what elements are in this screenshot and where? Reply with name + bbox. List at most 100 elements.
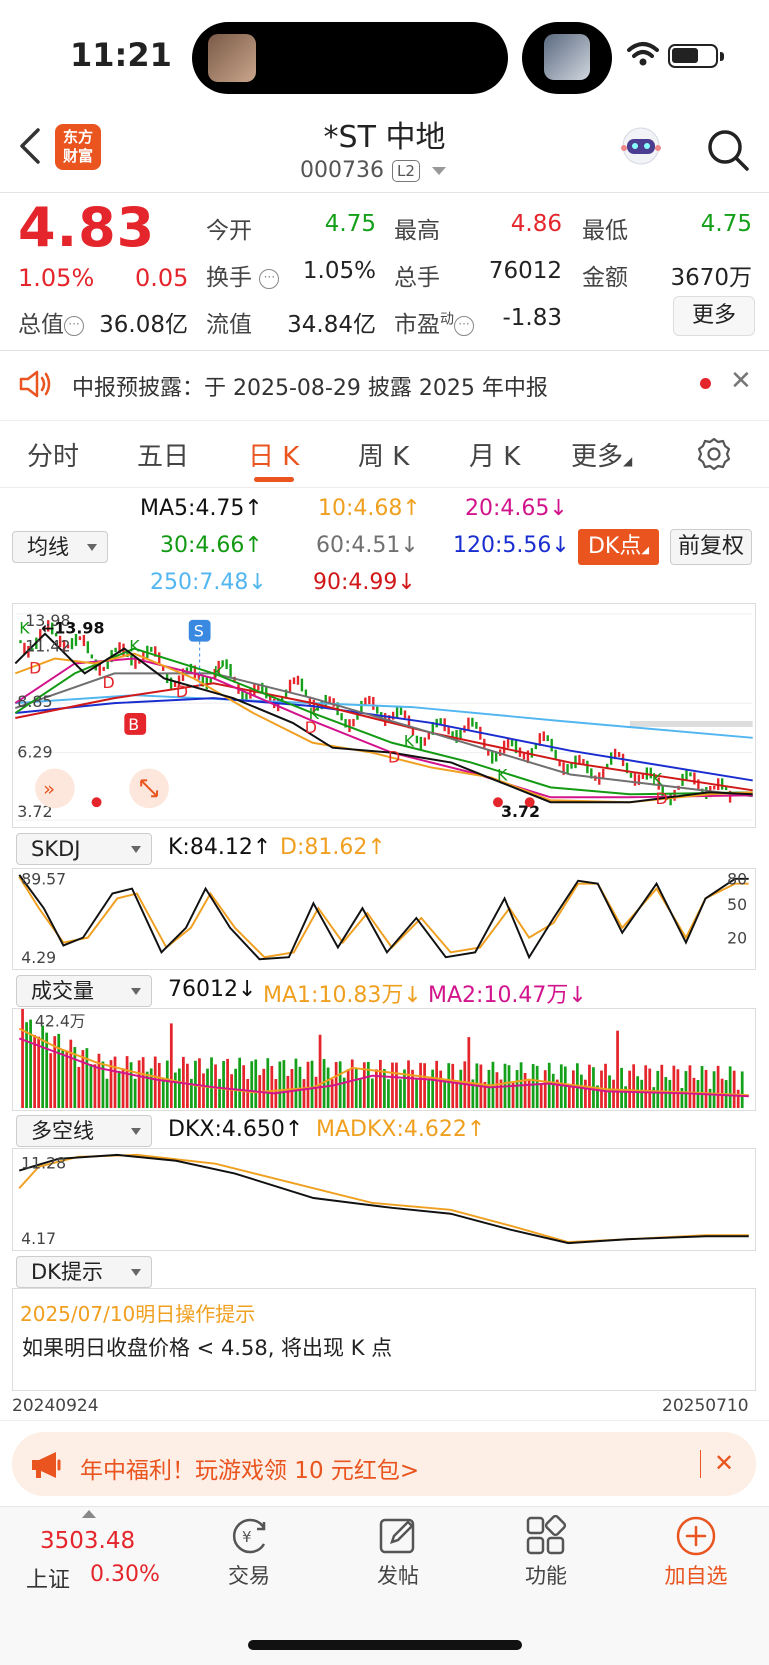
- nav-post[interactable]: 发帖: [348, 1560, 448, 1590]
- search-icon[interactable]: [706, 128, 750, 172]
- dynamic-island[interactable]: [192, 22, 508, 94]
- function-grid-icon[interactable]: [524, 1514, 568, 1558]
- volume-bar: [141, 1057, 145, 1109]
- tab-intraday[interactable]: 分时: [27, 436, 79, 473]
- change-amount: 0.05: [135, 264, 189, 292]
- dkx-axis-top: 11.28: [21, 1154, 66, 1173]
- volume-bar: [354, 1068, 358, 1109]
- volume-bar: [704, 1069, 708, 1109]
- tab-more[interactable]: 更多◢: [571, 436, 632, 473]
- volume-bar: [531, 1064, 535, 1109]
- turnover-value: 1.05%: [302, 258, 376, 284]
- tab-week-k[interactable]: 周 K: [358, 436, 409, 473]
- k-marker: K: [497, 765, 508, 784]
- mktcap-label[interactable]: 总值 ···: [18, 305, 84, 339]
- pe-value: -1.83: [502, 305, 562, 331]
- volume-bar: [25, 1022, 28, 1109]
- volume-ma2: MA2:10.47万↓: [428, 983, 587, 1008]
- svg-text:¥: ¥: [242, 1528, 252, 1546]
- candlestick: [102, 666, 105, 671]
- candlestick: [475, 721, 478, 729]
- tab-five-day[interactable]: 五日: [137, 436, 189, 473]
- close-icon[interactable]: ✕: [730, 366, 752, 396]
- madkx-line: [18, 1153, 749, 1244]
- nav-function[interactable]: 功能: [496, 1560, 596, 1590]
- promo-close-icon[interactable]: ✕: [714, 1449, 734, 1477]
- tab-day-k[interactable]: 日 K: [248, 436, 299, 473]
- index-change[interactable]: 0.30%: [90, 1562, 160, 1587]
- double-chevron-right-icon: »: [43, 777, 55, 800]
- volume-bar: [455, 1081, 459, 1109]
- volume-bar: [407, 1060, 410, 1109]
- ma-selector[interactable]: 均线: [12, 531, 108, 563]
- candlestick: [399, 706, 403, 715]
- trade-icon[interactable]: ¥: [228, 1514, 272, 1558]
- dkx-selector[interactable]: 多空线: [16, 1115, 152, 1147]
- notice-divider: [0, 420, 769, 421]
- megaphone-icon: [32, 1452, 61, 1478]
- promo-text[interactable]: 年中福利！玩游戏领 10 元红包>: [80, 1451, 419, 1485]
- candlestick: [629, 773, 633, 778]
- chevron-up-icon[interactable]: [82, 1510, 96, 1518]
- d-marker: D: [103, 673, 115, 692]
- turnover-label[interactable]: 换手 ···: [206, 258, 280, 292]
- nav-add-watchlist[interactable]: 加自选: [646, 1560, 746, 1590]
- volume-bar: [435, 1060, 439, 1109]
- volume-chart[interactable]: 42.4万: [12, 1008, 756, 1111]
- add-circle-icon[interactable]: [674, 1514, 718, 1558]
- volume-bar: [230, 1074, 233, 1109]
- volume-bar: [202, 1073, 205, 1109]
- volume-bar: [69, 1039, 73, 1109]
- volume-bar: [378, 1059, 382, 1109]
- index-name[interactable]: 上证: [26, 1562, 70, 1594]
- volume-bar: [423, 1063, 426, 1109]
- volume-bar: [121, 1068, 125, 1109]
- float-cap-label: 流值: [206, 312, 252, 338]
- post-icon[interactable]: [376, 1514, 420, 1558]
- battery-tip: [720, 52, 724, 61]
- candlestick: [288, 679, 292, 693]
- dk-hint-selector[interactable]: DK提示: [16, 1256, 152, 1288]
- skdj-selector[interactable]: SKDJ: [16, 833, 152, 865]
- notice-text[interactable]: 中报预披露：于 2025-08-29 披露 2025 年中报: [72, 370, 548, 402]
- candlestick: [673, 789, 676, 801]
- d-marker: D: [176, 682, 188, 701]
- candlestick: [372, 696, 375, 710]
- more-quote-button[interactable]: 更多: [673, 296, 755, 336]
- dk-point-button[interactable]: DK点◢: [578, 529, 659, 565]
- settings-icon[interactable]: [696, 436, 732, 472]
- candlestick: [19, 640, 22, 644]
- volume-bar: [266, 1058, 270, 1109]
- activity-thumbnail: [544, 34, 590, 80]
- index-value[interactable]: 3503.48: [40, 1528, 135, 1554]
- volume-bar: [330, 1079, 334, 1109]
- volume-bar: [137, 1060, 141, 1109]
- ai-assistant-icon[interactable]: [618, 124, 664, 170]
- candlestick: [368, 695, 371, 705]
- ma120-value: 120:5.56↓: [453, 533, 570, 558]
- kline-chart[interactable]: 13.98 ←13.98 11.42 8.85 6.29 3.72 3.72 S…: [12, 603, 756, 828]
- skdj-chart[interactable]: 89.57 4.29 80 50 20: [12, 868, 756, 970]
- candlestick: [720, 778, 724, 790]
- volume-bar: [563, 1066, 567, 1109]
- dynamic-island-activity[interactable]: [522, 22, 612, 94]
- volume-bar: [708, 1088, 712, 1109]
- volume-selector[interactable]: 成交量: [16, 975, 152, 1007]
- pe-label[interactable]: 市盈动 ···: [394, 305, 474, 339]
- volume-bar: [712, 1071, 716, 1109]
- tab-month-k[interactable]: 月 K: [469, 436, 520, 473]
- home-indicator[interactable]: [248, 1640, 522, 1650]
- stock-code-selector[interactable]: 000736 L2: [300, 158, 446, 183]
- d-marker: D: [388, 748, 400, 767]
- volume-bar: [125, 1056, 129, 1109]
- volume-bar: [214, 1064, 217, 1109]
- volume-bar: [222, 1061, 225, 1109]
- candlestick: [300, 678, 304, 692]
- dkx-chart[interactable]: 11.28 4.17: [12, 1148, 756, 1251]
- candlestick: [70, 638, 74, 650]
- skdj-d: D:81.62↑: [280, 835, 386, 860]
- nav-trade[interactable]: 交易: [199, 1560, 299, 1590]
- adjust-price-button[interactable]: 前复权: [670, 529, 752, 565]
- k-marker: K: [404, 732, 415, 751]
- volume-bar: [358, 1079, 362, 1109]
